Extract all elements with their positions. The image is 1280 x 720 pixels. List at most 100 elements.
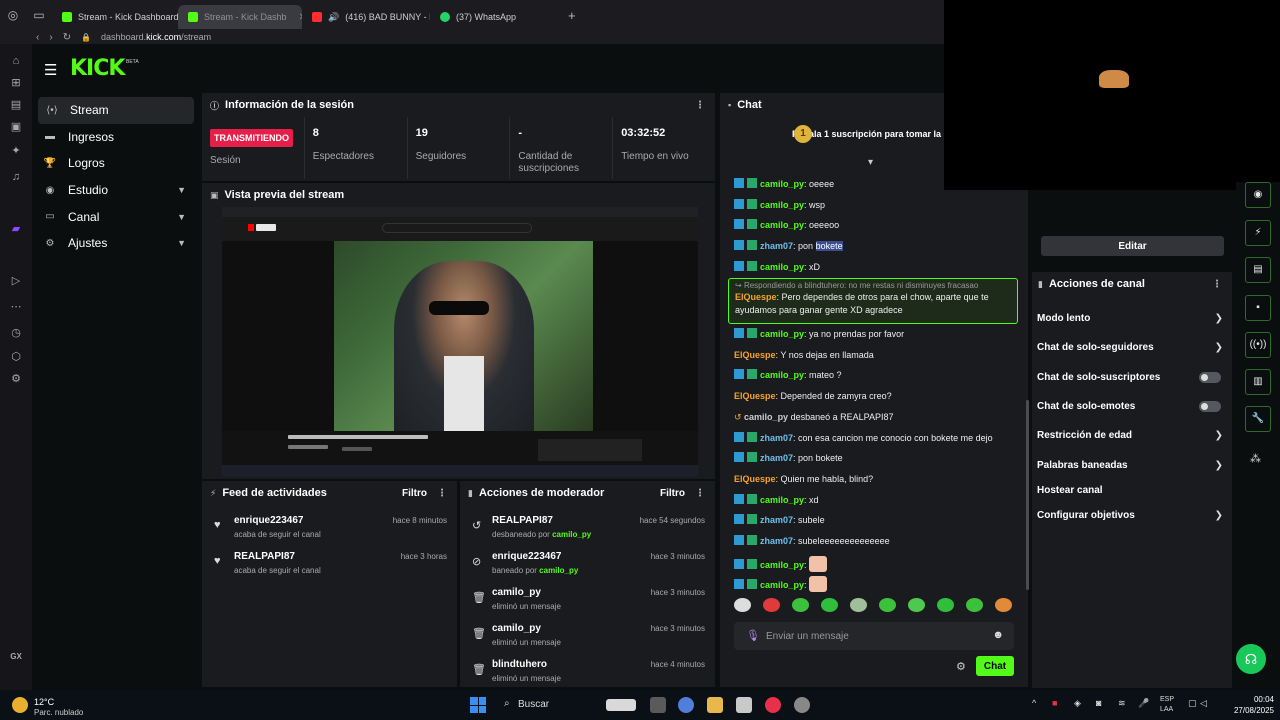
taskbar-widget-icon[interactable] — [606, 699, 636, 711]
chat-message-input[interactable] — [766, 627, 986, 645]
emote-icon[interactable] — [763, 598, 780, 612]
more-icon[interactable]: ⋯ — [9, 300, 23, 314]
twitch-icon[interactable]: ▰ — [9, 222, 23, 236]
emote-icon[interactable] — [734, 598, 751, 612]
camera-icon[interactable]: ◉ — [1245, 182, 1271, 208]
emote-icon[interactable] — [937, 598, 954, 612]
chat-username[interactable]: camilo_py — [760, 220, 804, 230]
new-tab-button[interactable]: + — [568, 8, 576, 23]
history-icon[interactable]: ◷ — [9, 326, 23, 340]
player-icon[interactable]: ▷ — [9, 274, 23, 288]
chat-username[interactable]: camilo_py — [760, 329, 804, 339]
more-options-icon[interactable]: ⋮ — [695, 488, 705, 499]
opera-gx-icon[interactable] — [765, 697, 781, 713]
forward-icon[interactable]: › — [49, 32, 52, 43]
action-configurar-objetivos[interactable]: Configurar objetivos ❯ — [1037, 510, 1227, 521]
tray-app-icon[interactable]: ■ — [1052, 698, 1057, 708]
chat-username[interactable]: ElQuespe — [735, 292, 777, 302]
tab-kick-dashboard-2[interactable]: Stream - Kick Dashb ✕ — [178, 5, 302, 29]
toggle-switch[interactable] — [1199, 401, 1221, 412]
tray-app-icon[interactable]: ◈ — [1074, 698, 1081, 709]
nav-item-logros[interactable]: 🏆 Logros — [32, 150, 200, 177]
url-field[interactable]: dashboard.kick.com/stream — [101, 32, 211, 42]
music-icon[interactable]: ♫ — [9, 170, 23, 184]
reload-icon[interactable]: ↻ — [63, 32, 71, 43]
back-icon[interactable]: ‹ — [36, 32, 39, 43]
puzzle-icon[interactable]: ⁂ — [1250, 452, 1261, 465]
chat-username[interactable]: camilo_py — [760, 262, 804, 272]
emote-icon[interactable] — [966, 598, 983, 612]
emote-icon[interactable] — [995, 598, 1012, 612]
news-icon[interactable]: ✦ — [9, 144, 23, 158]
tab-kick-dashboard-1[interactable]: Stream - Kick Dashboard — [52, 5, 178, 29]
lightning-icon[interactable]: ⚡ — [1245, 220, 1271, 246]
feed-filter-button[interactable]: Filtro — [402, 488, 427, 499]
mods-filter-button[interactable]: Filtro — [660, 488, 685, 499]
settings-icon[interactable]: ⚙ — [9, 372, 23, 386]
chat-scrollbar[interactable] — [1026, 400, 1029, 590]
tab-overview-icon[interactable]: ▭ — [26, 0, 52, 30]
nav-item-canal[interactable]: ▭ Canal ▼ — [32, 203, 200, 230]
chat-username[interactable]: camilo_py — [760, 495, 804, 505]
emote-icon[interactable] — [879, 598, 896, 612]
more-options-icon[interactable]: ⋮ — [437, 488, 447, 499]
chat-username[interactable]: camilo_py — [760, 370, 804, 380]
chat-username[interactable]: ElQuespe — [734, 391, 776, 401]
emote-icon[interactable] — [792, 598, 809, 612]
chat-username[interactable]: zham07 — [760, 515, 793, 525]
emote-icon[interactable] — [821, 598, 838, 612]
chat-username[interactable]: camilo_py — [760, 179, 804, 189]
chat-username[interactable]: zham07 — [760, 536, 793, 546]
action-restriccion-edad[interactable]: Restricción de edad ❯ — [1037, 430, 1227, 441]
tab-youtube[interactable]: 🔊 (416) BAD BUNNY - B — [302, 5, 430, 29]
document-icon[interactable]: ▤ — [1245, 257, 1271, 283]
collapse-pinned-icon[interactable]: ▾ — [868, 157, 873, 168]
gx-control-icon[interactable]: ⊞ — [9, 76, 23, 90]
taskbar-clock[interactable]: 00:04 27/08/2025 — [1214, 694, 1274, 716]
tray-expand-icon[interactable]: ^ — [1032, 698, 1036, 708]
stream-preview-video[interactable] — [222, 207, 698, 477]
chat-username[interactable]: camilo_py — [760, 580, 804, 590]
action-modo-lento[interactable]: Modo lento ❯ — [1037, 313, 1227, 324]
volume-icon[interactable]: ◁ — [1200, 698, 1207, 709]
emote-icon[interactable] — [850, 598, 867, 612]
toggle-switch[interactable] — [1199, 372, 1221, 383]
chat-username[interactable]: camilo_py — [744, 412, 788, 422]
speed-dial-icon[interactable]: ⌂ — [9, 54, 23, 68]
emote-icon[interactable] — [908, 598, 925, 612]
more-options-icon[interactable]: ⋮ — [1212, 279, 1222, 290]
edit-button[interactable]: Editar — [1041, 236, 1224, 256]
layers-icon[interactable]: ▥ — [1245, 369, 1271, 395]
opera-menu-icon[interactable]: ◎ — [0, 0, 26, 30]
extensions-icon[interactable]: ⬡ — [9, 350, 23, 364]
action-solo-seguidores[interactable]: Chat de solo-seguidores ❯ — [1037, 342, 1227, 353]
nav-item-ingresos[interactable]: ▬ Ingresos — [32, 124, 200, 151]
chat-bubble-icon[interactable]: ▪ — [1245, 295, 1271, 321]
microphone-icon[interactable]: 🎙 — [746, 629, 760, 642]
nav-item-estudio[interactable]: ◉ Estudio ▼ — [32, 177, 200, 204]
emoji-picker-icon[interactable]: ☻ — [992, 629, 1004, 641]
file-explorer-icon[interactable] — [707, 697, 723, 713]
chat-username[interactable]: ElQuespe — [734, 350, 776, 360]
tray-app-icon[interactable]: ≋ — [1118, 698, 1126, 709]
chat-username[interactable]: camilo_py — [760, 560, 804, 570]
task-view-icon[interactable] — [650, 697, 666, 713]
chat-username[interactable]: zham07 — [760, 453, 793, 463]
broadcast-icon[interactable]: ((•)) — [1245, 332, 1271, 358]
nav-item-ajustes[interactable]: ⚙ Ajustes ▼ — [32, 230, 200, 257]
chat-username[interactable]: zham07 — [760, 433, 793, 443]
chat-username[interactable]: ElQuespe — [734, 474, 776, 484]
menu-icon[interactable]: ☰ — [44, 61, 57, 79]
tab-whatsapp[interactable]: (37) WhatsApp — [430, 5, 558, 29]
action-palabras-baneadas[interactable]: Palabras baneadas ❯ — [1037, 460, 1227, 471]
action-hostear-canal[interactable]: Hostear canal — [1037, 485, 1227, 496]
chat-username[interactable]: camilo_py — [760, 200, 804, 210]
network-icon[interactable]: ▢ — [1188, 698, 1197, 709]
windows-start-icon[interactable] — [470, 697, 486, 713]
copilot-icon[interactable] — [678, 697, 694, 713]
microphone-icon[interactable]: 🎤 — [1138, 698, 1149, 709]
chat-username[interactable]: zham07 — [760, 241, 793, 251]
nav-item-stream[interactable]: ⟨•⟩ Stream — [38, 97, 194, 124]
kick-logo[interactable]: KICK — [70, 56, 125, 81]
wrench-icon[interactable]: 🔧 — [1245, 406, 1271, 432]
